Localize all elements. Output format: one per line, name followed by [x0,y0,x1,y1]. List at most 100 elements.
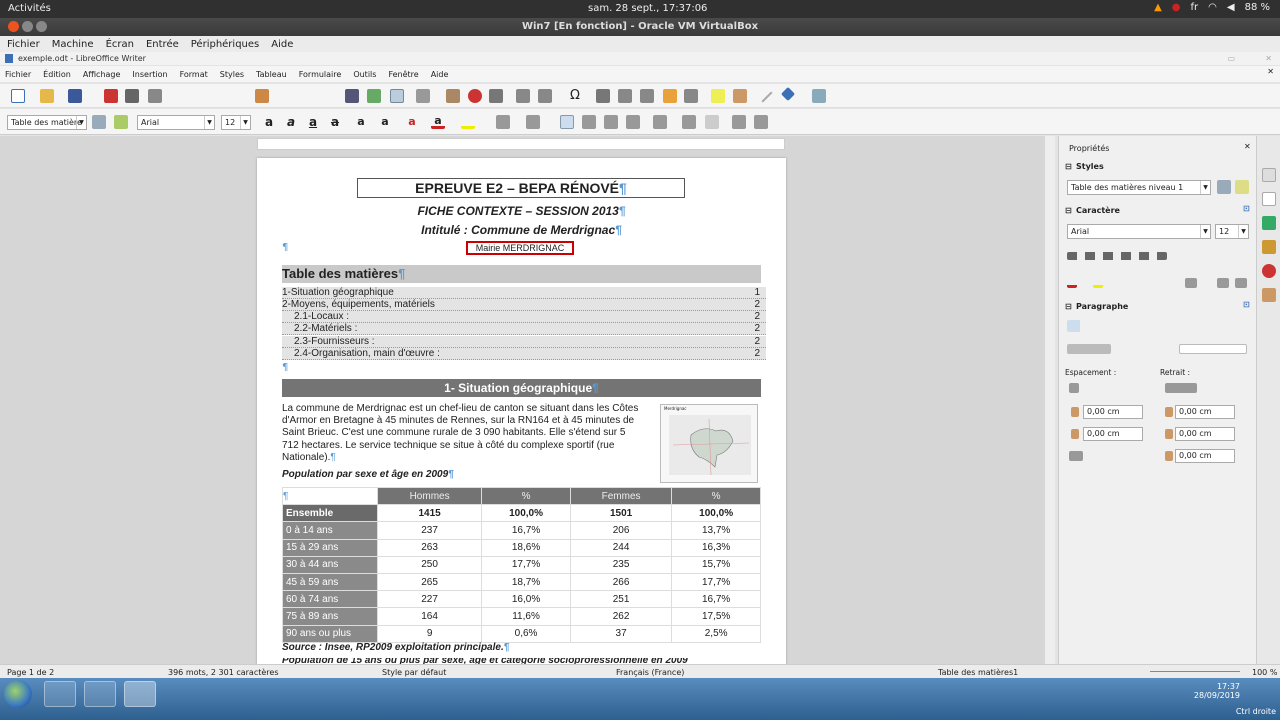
vlc-icon[interactable]: ▲ [1154,2,1162,13]
body-paragraph[interactable]: La commune de Merdrignac est un chef-lie… [282,403,642,464]
more-options-icon[interactable]: ⊡ [1243,300,1250,309]
table-cell[interactable]: 250 [376,555,483,574]
spellcheck-icon[interactable] [367,89,381,103]
chevron-down-icon[interactable]: ▼ [76,116,86,129]
table-cell[interactable]: 266 [569,572,673,592]
volume-icon[interactable]: ◀ [1227,2,1235,13]
map-image[interactable]: Merdrignac [660,404,758,483]
background-color-picker[interactable] [1179,344,1247,354]
insert-table-icon[interactable] [416,89,430,103]
menu-edition[interactable]: Édition [43,70,71,79]
vertical-scrollbar[interactable] [1045,136,1055,664]
subscript-icon[interactable] [1235,278,1247,288]
endnote-icon[interactable] [640,89,654,103]
table-cell[interactable]: 17,7% [481,555,571,574]
table-cell[interactable]: 37 [569,624,673,643]
menu-tableau[interactable]: Tableau [256,70,287,79]
table-header-cell[interactable]: % [481,486,571,506]
menu-insertion[interactable]: Insertion [132,70,167,79]
new-style-icon[interactable] [114,115,128,129]
zoom-level[interactable]: 100 % [1252,668,1277,677]
language[interactable]: Français (France) [616,668,684,677]
chevron-down-icon[interactable]: ▼ [1238,225,1248,238]
header-box[interactable]: EPREUVE E2 – BEPA RÉNOVÉ¶ [357,178,685,198]
highlight-icon[interactable] [461,115,475,129]
bullet-list-icon[interactable] [496,115,510,129]
table-cell[interactable]: 18,6% [481,538,571,557]
table-cell[interactable]: 1415 [376,504,483,523]
table-cell[interactable]: Ensemble [282,504,378,523]
subtitle[interactable]: FICHE CONTEXTE – SESSION 2013¶ [282,204,761,218]
table-cell[interactable]: 16,0% [481,590,571,609]
table-cell[interactable]: 60 à 74 ans [282,590,378,609]
align-right-icon[interactable] [604,115,618,129]
sidebar-size-combo[interactable]: 12 ▼ [1215,224,1249,239]
find-replace-icon[interactable] [345,89,359,103]
insert-field-icon[interactable] [538,89,552,103]
strikethrough-icon[interactable]: a [328,115,342,129]
vbox-menu-fichier[interactable]: Fichier [7,39,40,50]
word-count[interactable]: 396 mots, 2 301 caractères [168,668,279,677]
export-pdf-icon[interactable] [104,89,118,103]
table-cell[interactable]: 100,0% [671,504,761,523]
chevron-down-icon[interactable]: ▼ [240,116,250,129]
page-deck-icon[interactable] [1262,192,1276,206]
draw-functions-icon[interactable] [812,89,826,103]
toc-entry[interactable]: 2.2-Matériels : 2 [282,323,766,335]
track-changes-icon[interactable] [733,89,747,103]
print-icon[interactable] [125,89,139,103]
table-cell[interactable]: 262 [569,607,673,626]
table-cell[interactable]: 11,6% [481,607,571,626]
toc-entry[interactable]: 2.3-Fournisseurs : 2 [282,336,766,348]
indent-before-field[interactable]: 0,00 cm [1175,405,1235,419]
table-cell[interactable]: 0 à 14 ans [282,521,378,540]
chevron-down-icon[interactable]: ▼ [1200,225,1210,238]
font-color-icon[interactable]: a [431,115,445,129]
insert-textbox-icon[interactable] [489,89,503,103]
writer-taskbar-icon[interactable] [124,681,156,707]
line-spacing-icon[interactable] [1069,451,1083,461]
minimize-icon[interactable]: ▭ [1227,52,1235,65]
table-cell[interactable]: 16,7% [671,590,761,609]
table-cell[interactable]: 164 [376,607,483,626]
chevron-down-icon[interactable]: ▼ [204,116,214,129]
table-cell[interactable]: 1501 [569,504,673,523]
table-cell[interactable]: 263 [376,538,483,557]
menu-fenetre[interactable]: Fenêtre [388,70,418,79]
line-icon[interactable] [761,91,773,103]
table-cell[interactable]: 15 à 29 ans [282,538,378,557]
increase-indent-icon[interactable] [732,115,746,129]
table-cell[interactable]: 90 ans ou plus [282,624,378,643]
close-document-icon[interactable]: ✕ [1267,67,1274,76]
justify-icon[interactable] [626,115,640,129]
population-title[interactable]: Population par sexe et âge en 2009¶ [282,469,454,480]
table-cell[interactable]: 13,7% [671,521,761,540]
close-icon[interactable]: ✕ [1265,52,1272,65]
system-tray-clock[interactable]: 17:37 28/09/2019 [1194,682,1240,700]
wifi-icon[interactable]: ◠ [1208,2,1217,13]
horizontal-ruler[interactable] [257,138,785,150]
toc-entry[interactable]: 1-Situation géographique 1 [282,287,766,299]
table-cell[interactable]: 251 [569,590,673,609]
table-cell[interactable]: 15,7% [671,555,761,574]
table-cell[interactable]: 17,5% [671,607,761,626]
spacing-icon[interactable] [1185,278,1197,288]
font-color-icon[interactable] [1067,278,1077,288]
update-style-icon[interactable] [1217,180,1231,194]
special-character-icon[interactable]: Ω [568,89,582,103]
highlight-icon[interactable] [1093,278,1103,288]
table-cell[interactable]: 206 [569,521,673,540]
align-center-icon[interactable] [582,115,596,129]
activities-button[interactable]: Activités [8,3,51,14]
menu-formulaire[interactable]: Formulaire [299,70,342,79]
manage-changes-deck-icon[interactable] [1262,288,1276,302]
update-style-icon[interactable] [92,115,106,129]
navigator-deck-icon[interactable] [1262,264,1276,278]
superscript-icon[interactable] [1217,278,1229,288]
insert-image-icon[interactable] [446,89,460,103]
new-style-icon[interactable] [1235,180,1249,194]
toc-heading[interactable]: Table des matières¶ [282,265,761,283]
table-cell[interactable]: 30 à 44 ans [282,555,378,574]
line-spacing-icon[interactable] [653,115,667,129]
record-icon[interactable]: ● [1172,2,1181,13]
